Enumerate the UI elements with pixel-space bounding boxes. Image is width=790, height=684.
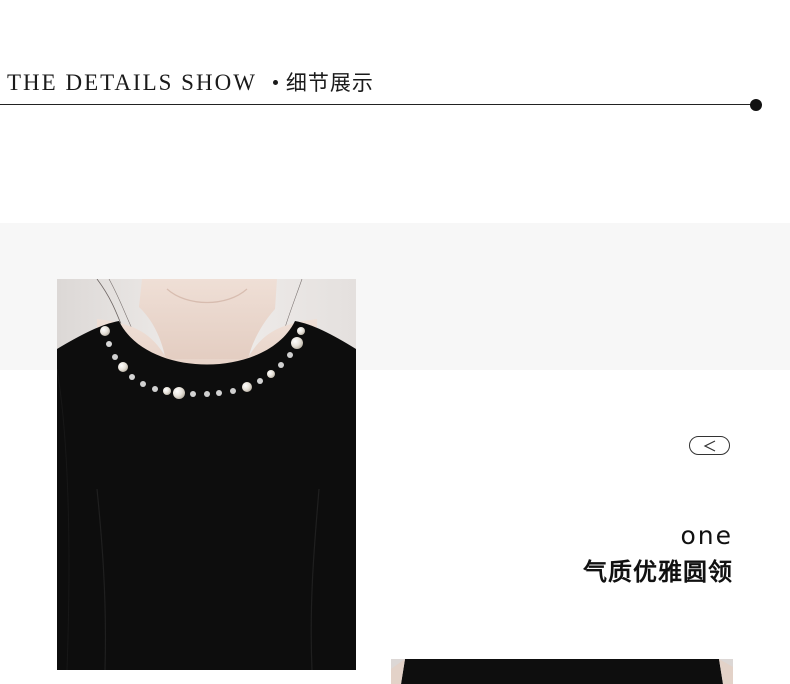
feature-title: 气质优雅圆领 <box>583 558 733 586</box>
header-divider-line <box>0 104 752 105</box>
section-title-cn: 细节展示 <box>285 71 374 95</box>
prev-button[interactable] <box>689 436 730 455</box>
dress-neckline-photo <box>57 279 356 670</box>
title-separator-dot <box>272 80 278 86</box>
section-title: THE DETAILS SHOW 细节展示 <box>7 68 374 98</box>
dress-detail-photo <box>391 659 733 684</box>
chevron-left-icon <box>703 439 717 452</box>
feature-index-word: one <box>680 521 733 550</box>
header-divider-end-dot <box>750 99 762 111</box>
section-title-en: THE DETAILS SHOW <box>7 70 257 95</box>
